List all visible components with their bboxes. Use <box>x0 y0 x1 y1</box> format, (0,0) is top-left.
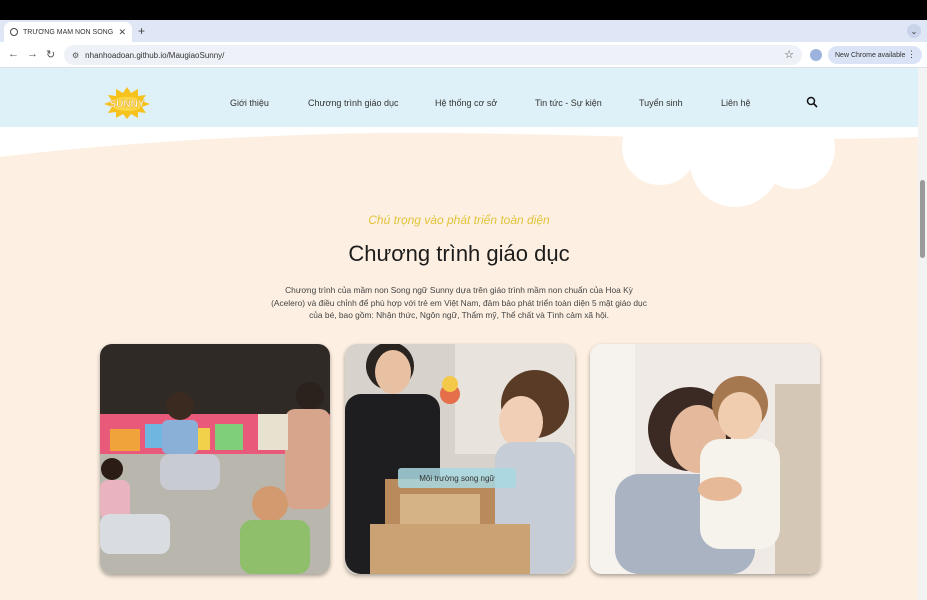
card-label: Môi trường song ngữ <box>398 468 516 488</box>
tab-title: TRƯỜNG MẦM NON SONG NGỮ SUNNY <box>23 28 114 36</box>
logo-text: SUNNY <box>109 99 144 110</box>
section-description: Chương trình của mầm non Song ngữ Sunny … <box>271 285 647 320</box>
url-text: nhanhoadoan.github.io/MaugiaoSunny/ <box>85 50 225 60</box>
cloud-wave-decoration <box>0 127 918 207</box>
browser-tab[interactable]: TRƯỜNG MẦM NON SONG NGỮ SUNNY ✕ <box>4 22 132 42</box>
section-tagline: Chú trọng vào phát triển toàn diện <box>368 213 550 227</box>
section-title: Chương trình giáo dục <box>348 241 570 266</box>
browser-tabstrip: TRƯỜNG MẦM NON SONG NGỮ SUNNY ✕ + ⌄ <box>0 20 927 42</box>
profile-avatar[interactable] <box>810 49 822 61</box>
classroom-photo <box>100 344 330 574</box>
os-menu-bar <box>0 0 927 20</box>
chrome-update-button[interactable]: New Chrome available ⋮ <box>828 46 922 64</box>
site-header: SUNNY Giới thiệu Chương trình giáo dục H… <box>0 68 918 127</box>
nav-item-tuyen-sinh[interactable]: Tuyển sinh <box>639 98 683 108</box>
nav-item-gioi-thieu[interactable]: Giới thiệu <box>230 98 269 108</box>
nav-item-lien-he[interactable]: Liên hệ <box>721 98 751 108</box>
update-label: New Chrome available <box>835 51 906 59</box>
nav-item-chuong-trinh[interactable]: Chương trình giáo dục <box>308 98 398 108</box>
back-arrow-icon[interactable]: ← <box>8 48 19 60</box>
bilingual-photo <box>345 344 575 574</box>
browser-toolbar: ← → ↻ ⚙ nhanhoadoan.github.io/MaugiaoSun… <box>0 42 927 68</box>
search-icon[interactable] <box>806 96 818 108</box>
mother-child-photo <box>590 344 820 574</box>
program-card-care[interactable] <box>590 344 820 574</box>
page-scrollbar-thumb[interactable] <box>920 180 925 258</box>
sunny-logo[interactable]: SUNNY <box>103 87 151 119</box>
page-scrollbar-track[interactable] <box>918 68 927 600</box>
program-card-bilingual[interactable]: Môi trường song ngữ <box>345 344 575 574</box>
more-menu-icon[interactable]: ⋮ <box>907 49 916 60</box>
nav-item-he-thong[interactable]: Hệ thống cơ sở <box>435 98 497 108</box>
forward-arrow-icon[interactable]: → <box>27 48 38 60</box>
tab-search-chevron-icon[interactable]: ⌄ <box>907 24 921 38</box>
site-settings-icon[interactable]: ⚙ <box>72 51 79 60</box>
new-tab-button[interactable]: + <box>138 24 145 38</box>
address-bar[interactable]: ⚙ nhanhoadoan.github.io/MaugiaoSunny/ ☆ <box>64 45 802 65</box>
reload-icon[interactable]: ↻ <box>46 48 55 61</box>
bookmark-star-icon[interactable]: ☆ <box>784 48 794 61</box>
close-icon[interactable]: ✕ <box>118 27 126 38</box>
program-card-classroom[interactable] <box>100 344 330 574</box>
globe-icon <box>10 28 18 36</box>
nav-item-tin-tuc[interactable]: Tin tức - Sự kiện <box>535 98 602 108</box>
